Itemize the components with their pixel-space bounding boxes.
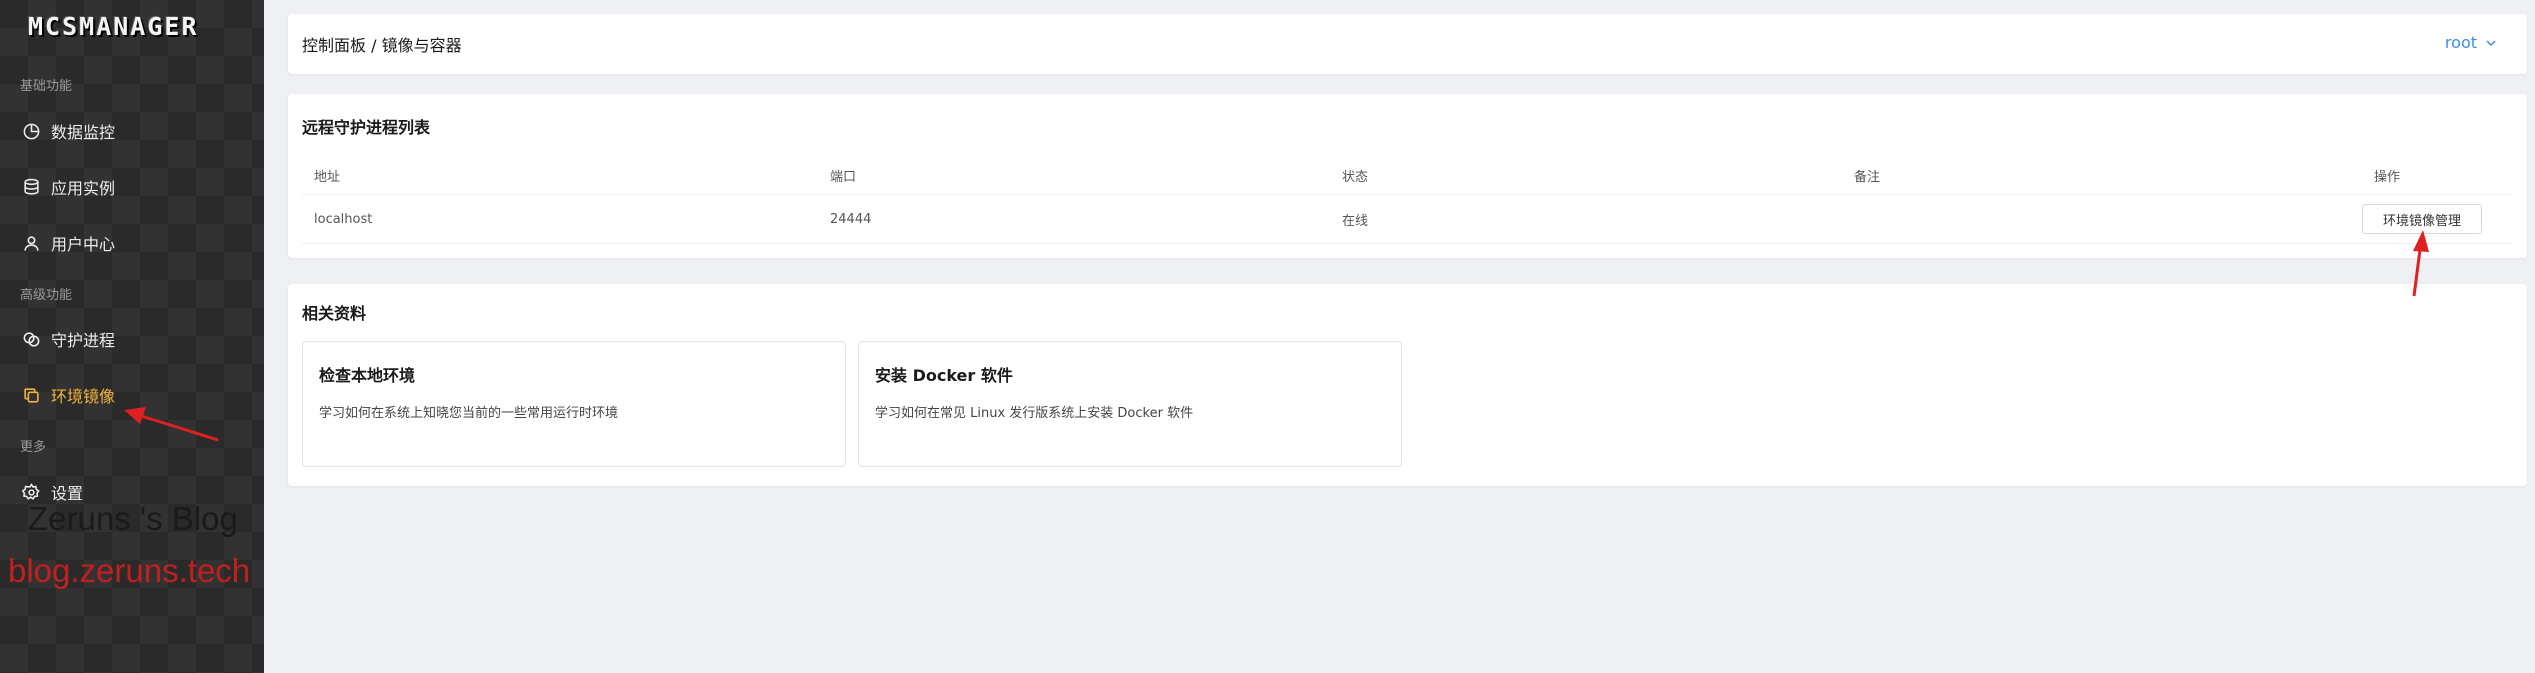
sidebar-item-monitor[interactable]: 数据监控 [22,115,115,147]
sidebar-item-instances[interactable]: 应用实例 [22,171,115,203]
sidebar-item-label: 应用实例 [51,179,116,198]
cell-status: 在线 [1342,213,1369,229]
watermark-blog-url: blog.zeruns.tech [8,552,251,589]
app-logo[interactable]: MCSMANAGER [28,12,199,41]
sidebar-item-label: 环境镜像 [51,387,116,406]
cell-address: localhost [314,211,373,227]
doc-card-install-docker[interactable]: 安装 Docker 软件 学习如何在常见 Linux 发行版系统上安装 Dock… [858,341,1402,467]
watermark-blog-name: Zeruns 's Blog [28,500,238,537]
group-label-basic: 基础功能 [20,79,73,94]
link-icon [23,331,40,347]
database-icon [24,178,39,195]
doc-card-title: 安装 Docker 软件 [875,366,1013,385]
doc-card-title: 检查本地环境 [319,366,416,385]
manage-images-button[interactable]: 环境镜像管理 [2362,204,2482,234]
user-name: root [2444,33,2477,52]
related-docs-card: 相关资料 检查本地环境 学习如何在系统上知晓您当前的一些常用运行时环境 安装 D… [288,284,2527,486]
group-label-advanced: 高级功能 [20,288,73,303]
gear-icon [22,482,40,500]
doc-card-check-env[interactable]: 检查本地环境 学习如何在系统上知晓您当前的一些常用运行时环境 [302,341,846,467]
table-header: 地址 端口 状态 备注 操作 [302,150,2513,200]
col-address: 地址 [314,169,341,185]
header-bar: 控制面板 / 镜像与容器 root [288,14,2527,74]
table-row: localhost 24444 在线 环境镜像管理 [302,194,2513,244]
breadcrumb: 控制面板 / 镜像与容器 [302,36,462,55]
cell-port: 24444 [830,211,872,227]
col-status: 状态 [1342,169,1369,185]
sidebar-item-label: 数据监控 [51,123,116,142]
sidebar-item-label: 守护进程 [51,331,116,350]
pie-chart-icon [23,123,40,139]
group-label-more: 更多 [20,440,47,455]
col-port: 端口 [830,169,857,185]
col-remark: 备注 [1854,169,1881,185]
col-action: 操作 [2374,169,2401,185]
copy-icon [24,387,39,403]
sidebar: MCSMANAGER 基础功能 数据监控 应用实例 用户中心 高级功能 守护进程… [0,0,264,673]
daemon-list-card: 远程守护进程列表 地址 端口 状态 备注 操作 localhost 24444 … [288,94,2527,258]
sidebar-item-users[interactable]: 用户中心 [22,227,115,259]
chevron-down-icon [2486,39,2496,46]
related-docs-title: 相关资料 [302,304,367,323]
sidebar-item-label: 用户中心 [51,235,116,254]
user-icon [24,235,39,251]
user-menu[interactable]: root [2445,33,2497,52]
daemon-list-title: 远程守护进程列表 [302,118,431,137]
sidebar-item-daemons[interactable]: 守护进程 [22,323,115,355]
doc-card-desc: 学习如何在系统上知晓您当前的一些常用运行时环境 [319,406,619,421]
doc-card-desc: 学习如何在常见 Linux 发行版系统上安装 Docker 软件 [875,406,1194,421]
sidebar-item-images[interactable]: 环境镜像 [22,379,115,411]
